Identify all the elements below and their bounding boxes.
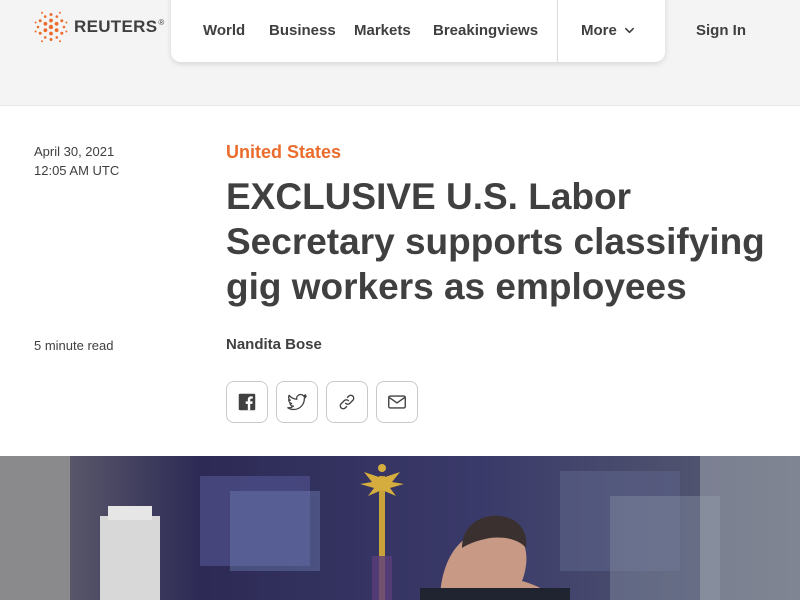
article-date: April 30, 2021: [34, 144, 115, 159]
section-link[interactable]: United States: [226, 142, 341, 163]
article-header: April 30, 2021 12:05 AM UTC 5 minute rea…: [0, 105, 800, 456]
article-headline: EXCLUSIVE U.S. Labor Secretary supports …: [226, 176, 765, 307]
facebook-icon: [238, 393, 256, 411]
nav-divider: [557, 0, 558, 62]
author-link[interactable]: Nandita Bose: [226, 336, 322, 353]
email-icon: [388, 395, 406, 409]
share-buttons: [226, 381, 418, 423]
site-header: REUTERS® World Business Markets Breaking…: [0, 0, 800, 104]
reuters-logo-icon: [34, 11, 68, 43]
link-icon: [339, 394, 355, 410]
nav-item-business[interactable]: Business: [269, 22, 336, 39]
logo-wordmark: REUTERS®: [74, 17, 165, 36]
share-email-button[interactable]: [376, 381, 418, 423]
share-facebook-button[interactable]: [226, 381, 268, 423]
sign-in-link[interactable]: Sign In: [696, 22, 746, 39]
share-twitter-button[interactable]: [276, 381, 318, 423]
lead-photo[interactable]: [0, 456, 800, 600]
read-time: 5 minute read: [34, 338, 114, 353]
nav-more-label: More: [581, 22, 617, 39]
article-time: 12:05 AM UTC: [34, 163, 120, 178]
lead-photo-image: [0, 456, 800, 600]
nav-more-button[interactable]: More: [581, 22, 635, 39]
main-nav: World Business Markets Breakingviews Mor…: [171, 0, 665, 62]
chevron-down-icon: [624, 27, 634, 34]
nav-item-markets[interactable]: Markets: [354, 22, 411, 39]
copy-link-button[interactable]: [326, 381, 368, 423]
page: REUTERS® World Business Markets Breaking…: [0, 0, 800, 600]
nav-item-world[interactable]: World: [203, 22, 245, 39]
twitter-icon: [287, 393, 307, 411]
article-timestamp: April 30, 2021 12:05 AM UTC: [34, 142, 119, 180]
nav-item-breakingviews[interactable]: Breakingviews: [433, 22, 538, 39]
reuters-logo[interactable]: REUTERS®: [34, 11, 165, 43]
